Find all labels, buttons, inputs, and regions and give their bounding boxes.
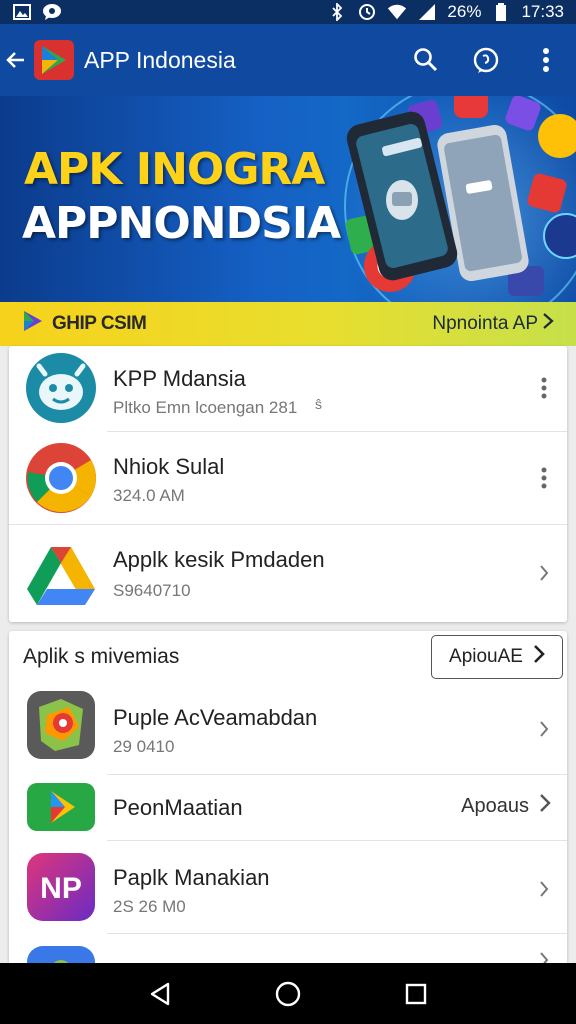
back-arrow-icon[interactable] bbox=[2, 40, 30, 80]
strip-left-label: GHIP CSIM bbox=[52, 313, 147, 334]
strip-link[interactable]: Npnointa AP bbox=[432, 312, 554, 336]
data-sync-icon bbox=[357, 4, 377, 20]
chat-icon[interactable] bbox=[456, 30, 516, 90]
promo-banner[interactable]: APK INOGRA APPNONDSIA bbox=[0, 96, 576, 302]
app-title: Paplk Manakian bbox=[113, 865, 270, 890]
np-icon: NP bbox=[25, 851, 97, 923]
banner-subheadline: APPNONDSIA bbox=[22, 198, 341, 249]
robot-icon bbox=[25, 352, 97, 424]
battery-icon bbox=[491, 3, 511, 21]
see-all-label: ApiouAE bbox=[449, 646, 523, 667]
search-icon[interactable] bbox=[396, 30, 456, 90]
recommended-apps-card: Aplik s mivemias ApiouAE Puple AcVeamabd… bbox=[9, 631, 567, 971]
app-subtitle: 2S 26 M0 bbox=[113, 897, 186, 916]
chrome-icon bbox=[25, 442, 97, 514]
app-bar: APP Indonesia bbox=[0, 24, 576, 96]
chat-bubble-icon bbox=[42, 4, 62, 20]
app-logo-icon bbox=[32, 38, 76, 82]
bluetooth-icon bbox=[327, 3, 347, 21]
open-link[interactable]: Apoaus bbox=[461, 793, 551, 819]
wifi-icon bbox=[387, 4, 407, 20]
chevron-right-icon bbox=[533, 644, 545, 670]
app-title: APP Indonesia bbox=[84, 46, 236, 73]
category-strip[interactable]: GHIP CSIM Npnointa AP bbox=[0, 302, 576, 346]
app-subtitle: S9640710 bbox=[113, 581, 191, 600]
list-item[interactable]: Nhiok Sulal 324.0 AM bbox=[9, 432, 567, 524]
list-item[interactable]: NP Paplk Manakian 2S 26 M0 bbox=[9, 841, 567, 933]
status-bar: 26% 17:33 bbox=[0, 0, 576, 24]
app-subtitle: 324.0 AM bbox=[113, 486, 185, 505]
more-vert-icon[interactable] bbox=[529, 368, 559, 408]
app-subtitle: 29 0410 bbox=[113, 737, 175, 756]
phones-illustration-icon bbox=[344, 96, 576, 302]
more-vert-icon[interactable] bbox=[516, 30, 576, 90]
gallery-icon bbox=[12, 4, 32, 20]
app-title: Puple AcVeamabdan bbox=[113, 705, 318, 730]
strip-right-label: Npnointa AP bbox=[432, 313, 538, 334]
chevron-right-icon[interactable] bbox=[529, 709, 559, 749]
open-link-label: Apoaus bbox=[461, 794, 529, 817]
list-item[interactable]: Applk kesik Pmdaden S9640710 bbox=[9, 525, 567, 622]
app-title: PeonMaatian bbox=[113, 795, 243, 820]
drive-icon bbox=[25, 539, 97, 611]
clock: 17:33 bbox=[521, 2, 564, 21]
section-title: Aplik s mivemias bbox=[23, 645, 180, 668]
chevron-right-icon[interactable] bbox=[529, 869, 559, 909]
more-vert-icon[interactable] bbox=[529, 458, 559, 498]
play-icon bbox=[25, 781, 97, 833]
system-nav-bar bbox=[0, 963, 576, 1024]
np-icon-text: NP bbox=[40, 872, 82, 905]
play-store-icon bbox=[22, 309, 44, 339]
recents-icon[interactable] bbox=[386, 966, 446, 1022]
list-item[interactable]: Puple AcVeamabdan 29 0410 bbox=[9, 683, 567, 775]
signal-icon bbox=[417, 4, 437, 20]
see-all-button[interactable]: ApiouAE bbox=[431, 635, 563, 679]
maps-icon bbox=[25, 689, 97, 761]
home-icon[interactable] bbox=[258, 966, 318, 1022]
app-subtitle: Pltko Emn lcoengan 281 bbox=[113, 398, 298, 417]
chevron-right-icon bbox=[539, 793, 551, 819]
banner-headline: APK INOGRA bbox=[24, 144, 325, 195]
apps-card: KPP Mdansia Pltko Emn lcoengan 281 ŝ Nhi… bbox=[9, 346, 567, 622]
list-item[interactable]: PeonMaatian Apoaus bbox=[9, 775, 567, 841]
app-subtitle-extra: ŝ bbox=[315, 396, 322, 412]
app-title: Applk kesik Pmdaden bbox=[113, 547, 325, 572]
chevron-right-icon[interactable] bbox=[529, 553, 559, 593]
list-item[interactable]: KPP Mdansia Pltko Emn lcoengan 281 ŝ bbox=[9, 346, 567, 432]
app-title: KPP Mdansia bbox=[113, 366, 246, 391]
chevron-right-icon bbox=[542, 312, 554, 336]
app-title: Nhiok Sulal bbox=[113, 454, 225, 479]
battery-text: 26% bbox=[447, 2, 482, 21]
back-icon[interactable] bbox=[130, 966, 190, 1022]
